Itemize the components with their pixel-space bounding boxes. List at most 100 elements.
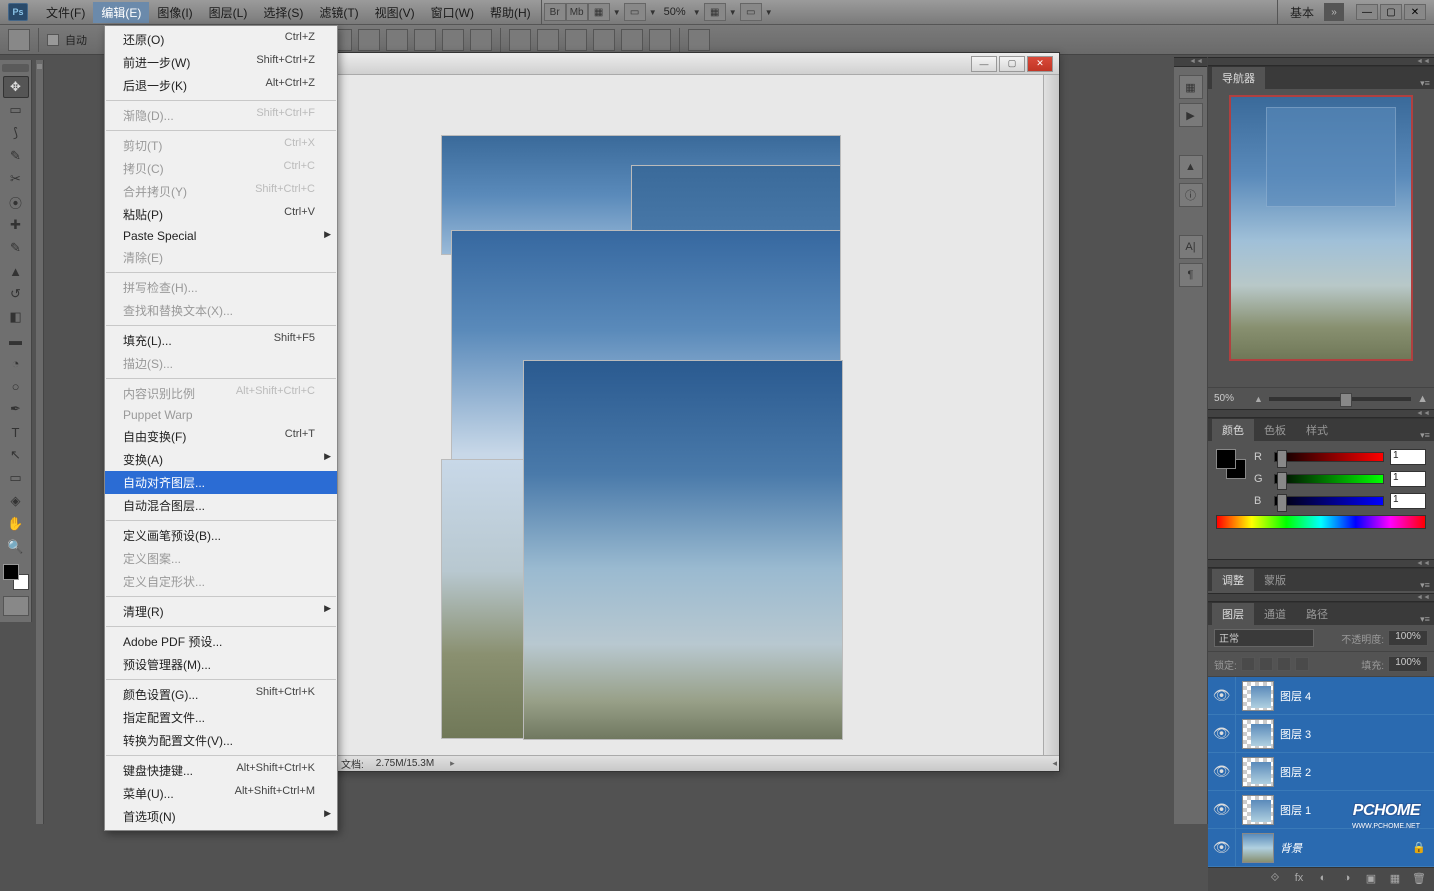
tab-masks[interactable]: 蒙版	[1254, 569, 1296, 591]
eyedropper-tool-icon[interactable]: ⦿	[3, 191, 29, 213]
navigator-preview[interactable]	[1229, 95, 1413, 361]
menu-item[interactable]: 颜色设置(G)...Shift+Ctrl+K	[105, 683, 337, 706]
g-value[interactable]: 1	[1390, 471, 1426, 487]
heal-tool-icon[interactable]: ✚	[3, 214, 29, 236]
histogram-panel-icon[interactable]: ▲	[1179, 155, 1203, 179]
expand-workspace-icon[interactable]: »	[1324, 3, 1344, 21]
color-spectrum[interactable]	[1216, 515, 1426, 529]
close-icon[interactable]: ✕	[1404, 4, 1426, 20]
b-value[interactable]: 1	[1390, 493, 1426, 509]
panel-collapse-handle[interactable]	[1174, 57, 1207, 67]
pen-tool-icon[interactable]: ✒	[3, 398, 29, 420]
zoom-level[interactable]: 50%	[660, 6, 690, 18]
panel-handle[interactable]	[2, 64, 29, 72]
menu-item[interactable]: 还原(O)Ctrl+Z	[105, 28, 337, 51]
align-bottom-icon[interactable]	[470, 29, 492, 51]
link-layers-icon[interactable]: ⟐	[1266, 872, 1284, 888]
menu-layer[interactable]: 图层(L)	[201, 2, 256, 23]
color-preview-swatch[interactable]	[1216, 449, 1246, 479]
layer-row[interactable]: 👁背景🔒	[1208, 829, 1434, 867]
tab-color[interactable]: 颜色	[1212, 419, 1254, 441]
menu-file[interactable]: 文件(F)	[38, 2, 93, 23]
tool-preset-picker[interactable]	[8, 29, 30, 51]
lasso-tool-icon[interactable]: ⟆	[3, 122, 29, 144]
arrange-docs-icon[interactable]: ▦	[704, 3, 726, 21]
layer-visibility-icon[interactable]: 👁	[1208, 677, 1236, 714]
blend-mode-select[interactable]: 正常	[1214, 629, 1314, 647]
lock-transparency-icon[interactable]	[1241, 657, 1255, 671]
align-right-icon[interactable]	[386, 29, 408, 51]
panel-menu-icon[interactable]: ▾≡	[1416, 614, 1434, 625]
gradient-tool-icon[interactable]: ▬	[3, 329, 29, 351]
character-panel-icon[interactable]: A|	[1179, 235, 1203, 259]
history-panel-icon[interactable]: ▦	[1179, 75, 1203, 99]
vertical-scrollbar[interactable]	[1043, 75, 1059, 755]
panel-menu-icon[interactable]: ▾≡	[1416, 430, 1434, 441]
layer-row[interactable]: 👁图层 2	[1208, 753, 1434, 791]
tab-channels[interactable]: 通道	[1254, 603, 1296, 625]
quick-select-tool-icon[interactable]: ✎	[3, 145, 29, 167]
foreground-color[interactable]	[3, 564, 19, 580]
view-extras-icon[interactable]: ▭	[624, 3, 646, 21]
maximize-icon[interactable]: ▢	[1380, 4, 1402, 20]
panel-collapse-handle[interactable]	[1208, 57, 1434, 66]
document-canvas[interactable]	[261, 75, 1043, 755]
align-top-icon[interactable]	[414, 29, 436, 51]
menu-item[interactable]: 后退一步(K)Alt+Ctrl+Z	[105, 74, 337, 97]
menu-filter[interactable]: 滤镜(T)	[311, 2, 366, 23]
dropdown-arrow-icon[interactable]: ▼	[726, 3, 740, 21]
menu-item[interactable]: 粘贴(P)Ctrl+V	[105, 203, 337, 226]
lock-image-icon[interactable]	[1259, 657, 1273, 671]
menu-view[interactable]: 视图(V)	[367, 2, 423, 23]
color-swatch[interactable]	[3, 564, 29, 590]
layer-name[interactable]: 图层 4	[1280, 688, 1311, 704]
menu-item[interactable]: 键盘快捷键...Alt+Shift+Ctrl+K	[105, 759, 337, 782]
minibridge-icon[interactable]: Mb	[566, 3, 588, 21]
adjustment-layer-icon[interactable]: ◑	[1338, 872, 1356, 888]
new-layer-icon[interactable]: ▦	[1386, 872, 1404, 888]
path-select-tool-icon[interactable]: ↖	[3, 444, 29, 466]
lock-all-icon[interactable]	[1295, 657, 1309, 671]
b-slider[interactable]	[1274, 496, 1384, 506]
bridge-icon[interactable]: Br	[544, 3, 566, 21]
menu-item[interactable]: Adobe PDF 预设...	[105, 630, 337, 653]
menu-item[interactable]: 首选项(N)▶	[105, 805, 337, 828]
layer-mask-icon[interactable]: ◐	[1314, 872, 1332, 888]
layer-group-icon[interactable]: ▣	[1362, 872, 1380, 888]
distribute-center-v-icon[interactable]	[621, 29, 643, 51]
distribute-right-icon[interactable]	[565, 29, 587, 51]
screen-mode2-icon[interactable]: ▭	[740, 3, 762, 21]
horizontal-scrollbar[interactable]: 50% ▸ 文档: 2.75M/15.3M ▸ ◂	[261, 755, 1059, 771]
panel-collapse-handle[interactable]	[1208, 593, 1434, 602]
menu-item[interactable]: 自由变换(F)Ctrl+T	[105, 425, 337, 448]
panel-collapse-handle[interactable]	[1208, 409, 1434, 418]
quickmask-icon[interactable]	[3, 596, 29, 616]
brush-tool-icon[interactable]: ✎	[3, 237, 29, 259]
minimize-icon[interactable]: —	[1356, 4, 1378, 20]
blur-tool-icon[interactable]: ◔	[3, 352, 29, 374]
tab-paths[interactable]: 路径	[1296, 603, 1338, 625]
document-titlebar[interactable]: 50%(RGB/8) * — ▢ ✕	[261, 53, 1059, 75]
layer-thumbnail[interactable]	[1242, 795, 1274, 825]
move-tool-icon[interactable]: ✥	[3, 76, 29, 98]
history-brush-tool-icon[interactable]: ↺	[3, 283, 29, 305]
menu-item[interactable]: 清理(R)▶	[105, 600, 337, 623]
3d-tool-icon[interactable]: ◈	[3, 490, 29, 512]
dropdown-arrow-icon[interactable]: ▼	[610, 3, 624, 21]
doc-maximize-icon[interactable]: ▢	[999, 56, 1025, 72]
r-value[interactable]: 1	[1390, 449, 1426, 465]
g-slider[interactable]	[1274, 474, 1384, 484]
align-center-h-icon[interactable]	[358, 29, 380, 51]
eraser-tool-icon[interactable]: ◧	[3, 306, 29, 328]
lock-position-icon[interactable]	[1277, 657, 1291, 671]
tab-navigator[interactable]: 导航器	[1212, 67, 1265, 89]
layer-style-icon[interactable]: fx	[1290, 872, 1308, 888]
doc-close-icon[interactable]: ✕	[1027, 56, 1053, 72]
menu-item[interactable]: 自动混合图层...	[105, 494, 337, 517]
zoom-tool-icon[interactable]: 🔍	[3, 536, 29, 558]
paragraph-panel-icon[interactable]: ¶	[1179, 263, 1203, 287]
layer-visibility-icon[interactable]: 👁	[1208, 753, 1236, 790]
stamp-tool-icon[interactable]: ▲	[3, 260, 29, 282]
marquee-tool-icon[interactable]: ▭	[3, 99, 29, 121]
screen-mode-icon[interactable]: ▦	[588, 3, 610, 21]
